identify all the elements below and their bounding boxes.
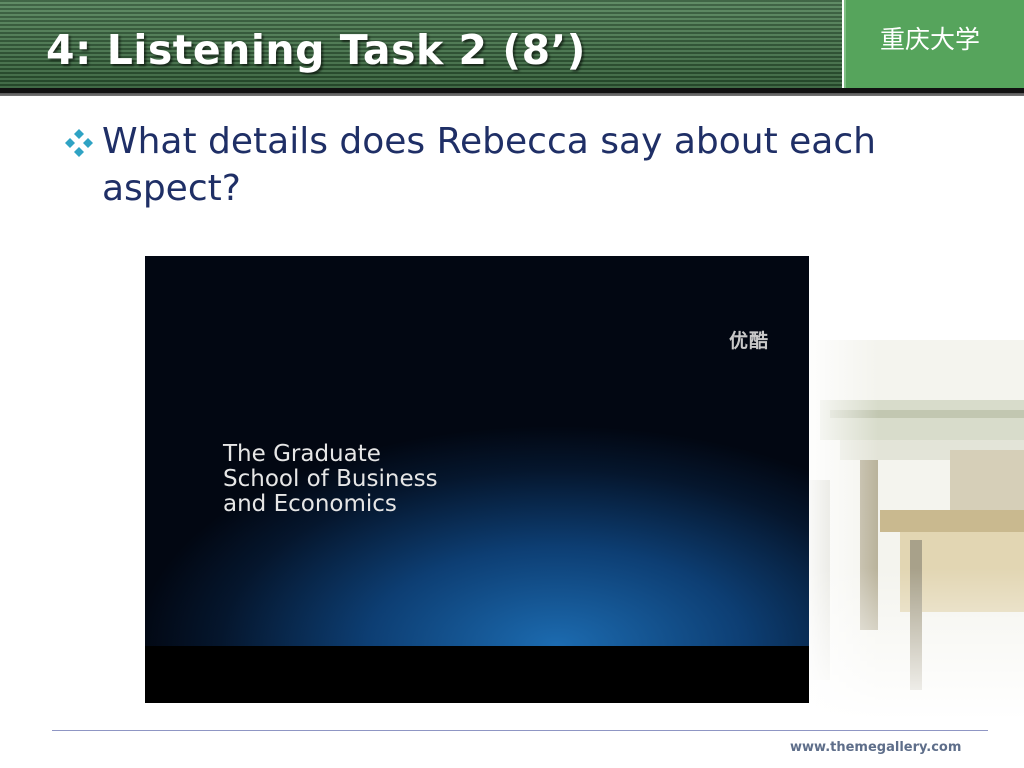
slide-title: 4: Listening Task 2 (8’) bbox=[46, 26, 586, 74]
header-divider bbox=[0, 88, 1024, 96]
footer-url[interactable]: www.themegallery.com bbox=[790, 740, 961, 755]
organization-label: 重庆大学 bbox=[880, 25, 981, 54]
video-caption-line: and Economics bbox=[223, 491, 397, 517]
video-caption-line: School of Business bbox=[223, 466, 438, 492]
footer-divider bbox=[52, 730, 988, 731]
video-watermark: 优酷 bbox=[729, 330, 770, 352]
video-frame-scene: 优酷 The Graduate School of Business and E… bbox=[145, 256, 809, 646]
header-bar: 4: Listening Task 2 (8’) bbox=[0, 0, 842, 88]
video-letterbox-bar bbox=[145, 646, 809, 703]
classroom-background-image bbox=[800, 340, 1024, 720]
slide: 4: Listening Task 2 (8’) 重庆大学 What detai… bbox=[0, 0, 1024, 768]
diamond-bullet-icon bbox=[65, 129, 93, 157]
video-caption: The Graduate School of Business and Econ… bbox=[223, 442, 438, 517]
video-player[interactable]: 优酷 The Graduate School of Business and E… bbox=[145, 256, 809, 703]
organization-box: 重庆大学 bbox=[844, 0, 1024, 88]
bullet-text: What details does Rebecca say about each… bbox=[102, 121, 876, 209]
video-caption-line: The Graduate bbox=[223, 441, 381, 467]
